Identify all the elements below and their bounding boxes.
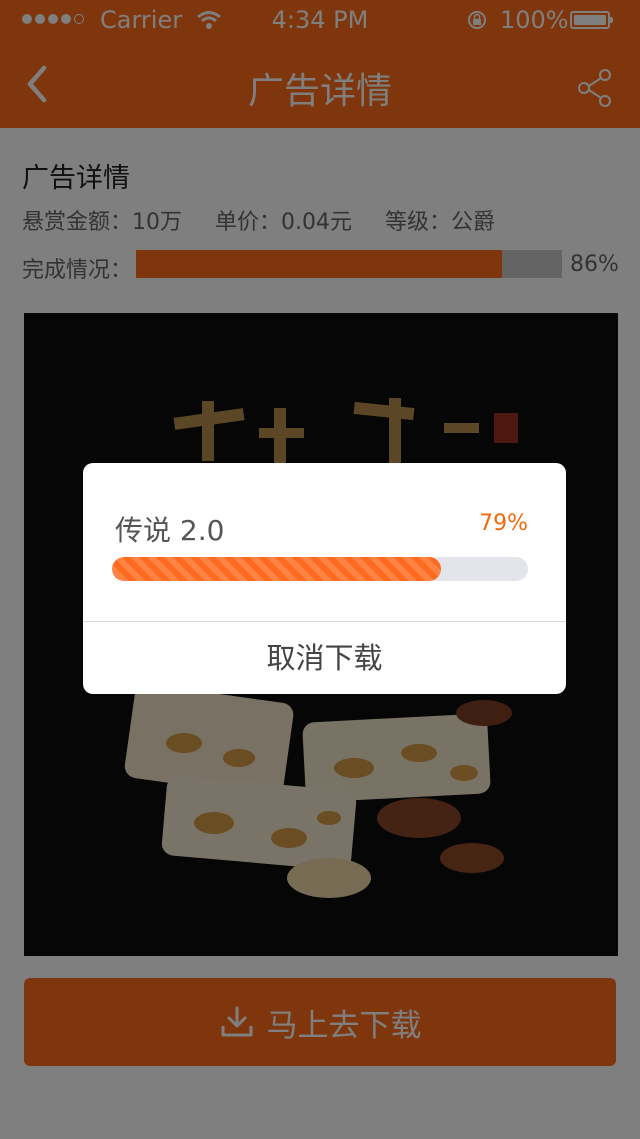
download-percent: 79% [479,511,528,536]
download-progress-track [112,557,528,581]
download-progress-dialog: 传说 2.0 79% 取消下载 [83,463,566,694]
download-progress-fill [112,557,441,581]
cancel-download-button[interactable]: 取消下载 [83,622,566,694]
download-app-name: 传说 2.0 [115,514,225,547]
